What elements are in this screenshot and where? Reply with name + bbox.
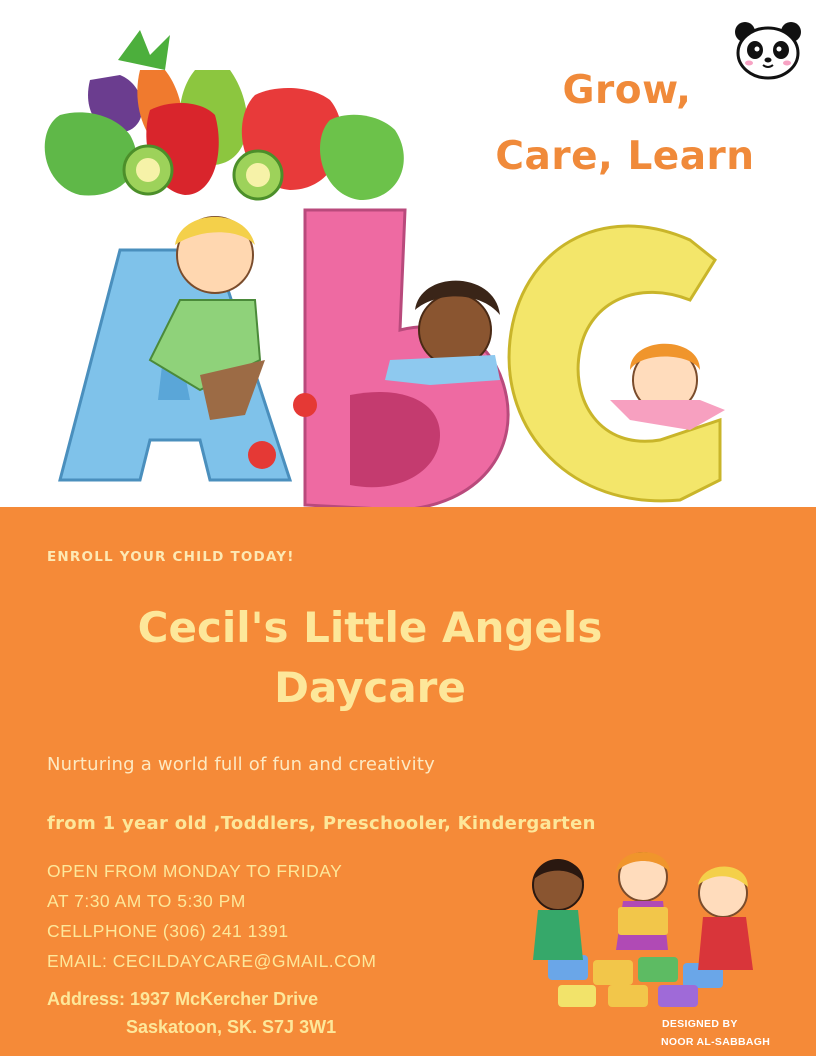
- email-address: EMAIL: CECILDAYCARE@GMAIL.COM: [47, 951, 377, 971]
- designer-credit: DESIGNED BY NOOR AL-SABBAGH: [661, 1015, 770, 1051]
- puzzle-kids-illustration: [532, 852, 753, 1007]
- vegetables-illustration: [44, 30, 404, 201]
- tagline-line-2: Care, Learn: [495, 134, 755, 179]
- credit-line-1: DESIGNED BY: [662, 1018, 738, 1030]
- hours-days: OPEN FROM MONDAY TO FRIDAY: [47, 861, 343, 881]
- credit-line-2: NOOR AL-SABBAGH: [661, 1036, 771, 1048]
- subtitle: Nurturing a world full of fun and creati…: [47, 754, 435, 775]
- tagline-line-1: Grow,: [562, 68, 692, 113]
- enroll-label: ENROLL YOUR CHILD TODAY!: [47, 549, 295, 565]
- title-line-2: Daycare: [274, 663, 466, 712]
- address-line-2: Saskatoon, SK. S7J 3W1: [126, 1017, 337, 1037]
- address: Address: 1937 McKercher Drive Saskatoon,…: [47, 985, 336, 1041]
- address-line-1: Address: 1937 McKercher Drive: [47, 989, 319, 1009]
- phone-number: CELLPHONE (306) 241 1391: [47, 921, 289, 941]
- daycare-title: Cecil's Little Angels Daycare: [60, 598, 680, 718]
- hours-time: AT 7:30 AM TO 5:30 PM: [47, 891, 246, 911]
- age-groups: from 1 year old ,Toddlers, Preschooler, …: [47, 813, 596, 834]
- contact-info: OPEN FROM MONDAY TO FRIDAY AT 7:30 AM TO…: [47, 860, 377, 980]
- title-line-1: Cecil's Little Angels: [137, 603, 603, 652]
- tagline: Grow, Care, Learn: [470, 58, 780, 190]
- flyer-page: Grow, Care, Learn ENROLL YOUR CHILD TODA…: [0, 0, 816, 1056]
